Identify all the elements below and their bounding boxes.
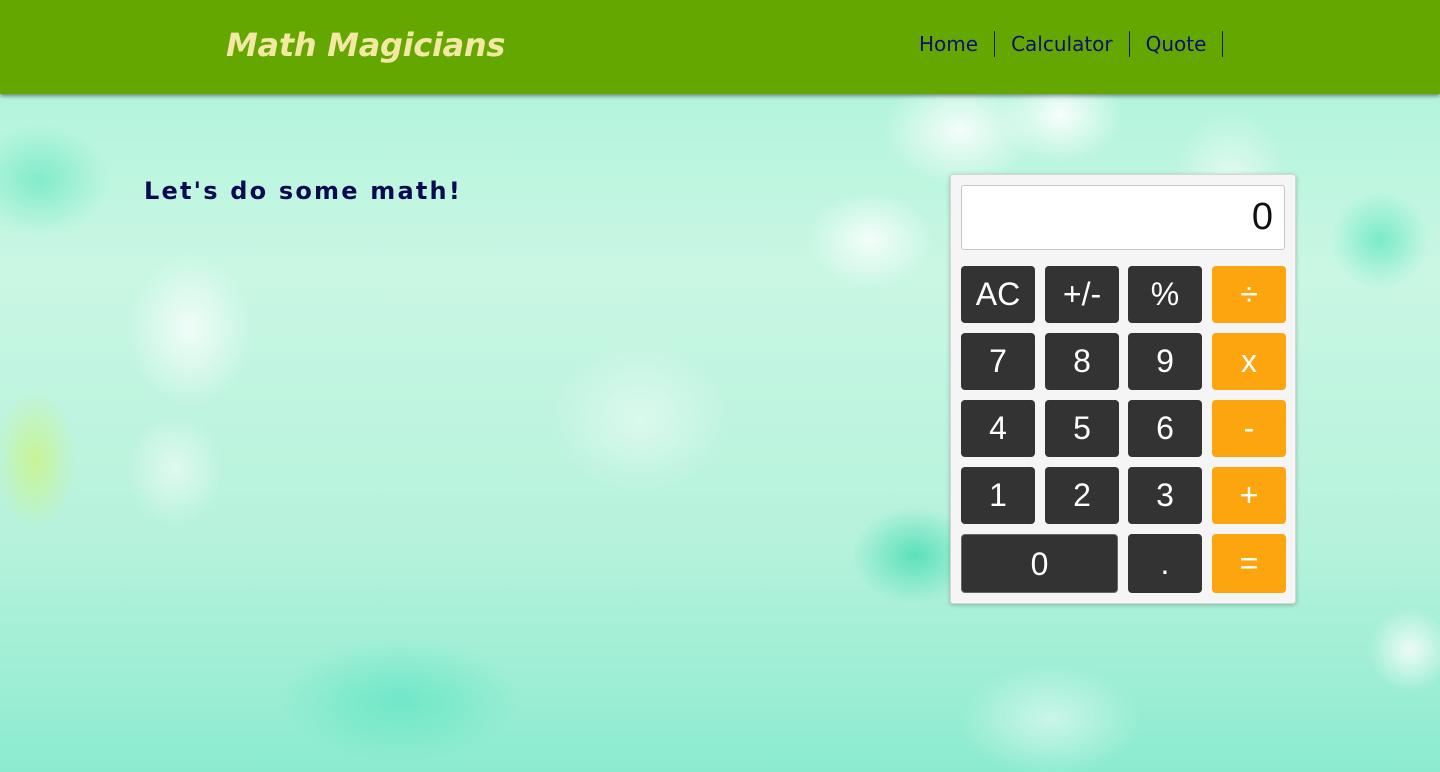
subtract-button[interactable]: -	[1212, 400, 1286, 457]
nav-links: Home Calculator Quote	[903, 31, 1224, 57]
multiply-button[interactable]: x	[1212, 333, 1286, 390]
nav-item-quote: Quote	[1130, 31, 1224, 57]
equals-button[interactable]: =	[1212, 534, 1286, 593]
sign-toggle-button[interactable]: +/-	[1045, 266, 1119, 323]
digit-4-button[interactable]: 4	[961, 400, 1035, 457]
add-button[interactable]: +	[1212, 467, 1286, 524]
page-tagline: Let's do some math!	[144, 177, 462, 205]
nav-item-home: Home	[903, 31, 996, 57]
nav-link-home[interactable]: Home	[919, 32, 978, 56]
digit-0-button[interactable]: 0	[961, 534, 1118, 593]
nav-item-calculator: Calculator	[995, 31, 1130, 57]
digit-3-button[interactable]: 3	[1128, 467, 1202, 524]
digit-5-button[interactable]: 5	[1045, 400, 1119, 457]
nav-link-calculator[interactable]: Calculator	[1011, 32, 1113, 56]
digit-9-button[interactable]: 9	[1128, 333, 1202, 390]
calculator-display: 0	[961, 185, 1285, 250]
calculator: 0 AC +/- % ÷ 7 8 9 x 4 5 6 - 1 2 3 + 0 .…	[950, 174, 1296, 604]
digit-1-button[interactable]: 1	[961, 467, 1035, 524]
digit-6-button[interactable]: 6	[1128, 400, 1202, 457]
percent-button[interactable]: %	[1128, 266, 1202, 323]
navbar: Math Magicians Home Calculator Quote	[0, 0, 1440, 94]
digit-8-button[interactable]: 8	[1045, 333, 1119, 390]
digit-7-button[interactable]: 7	[961, 333, 1035, 390]
nav-link-quote[interactable]: Quote	[1146, 32, 1207, 56]
app-logo: Math Magicians	[226, 26, 506, 64]
decimal-button[interactable]: .	[1128, 534, 1202, 593]
clear-button[interactable]: AC	[961, 266, 1035, 323]
digit-2-button[interactable]: 2	[1045, 467, 1119, 524]
divide-button[interactable]: ÷	[1212, 266, 1286, 323]
